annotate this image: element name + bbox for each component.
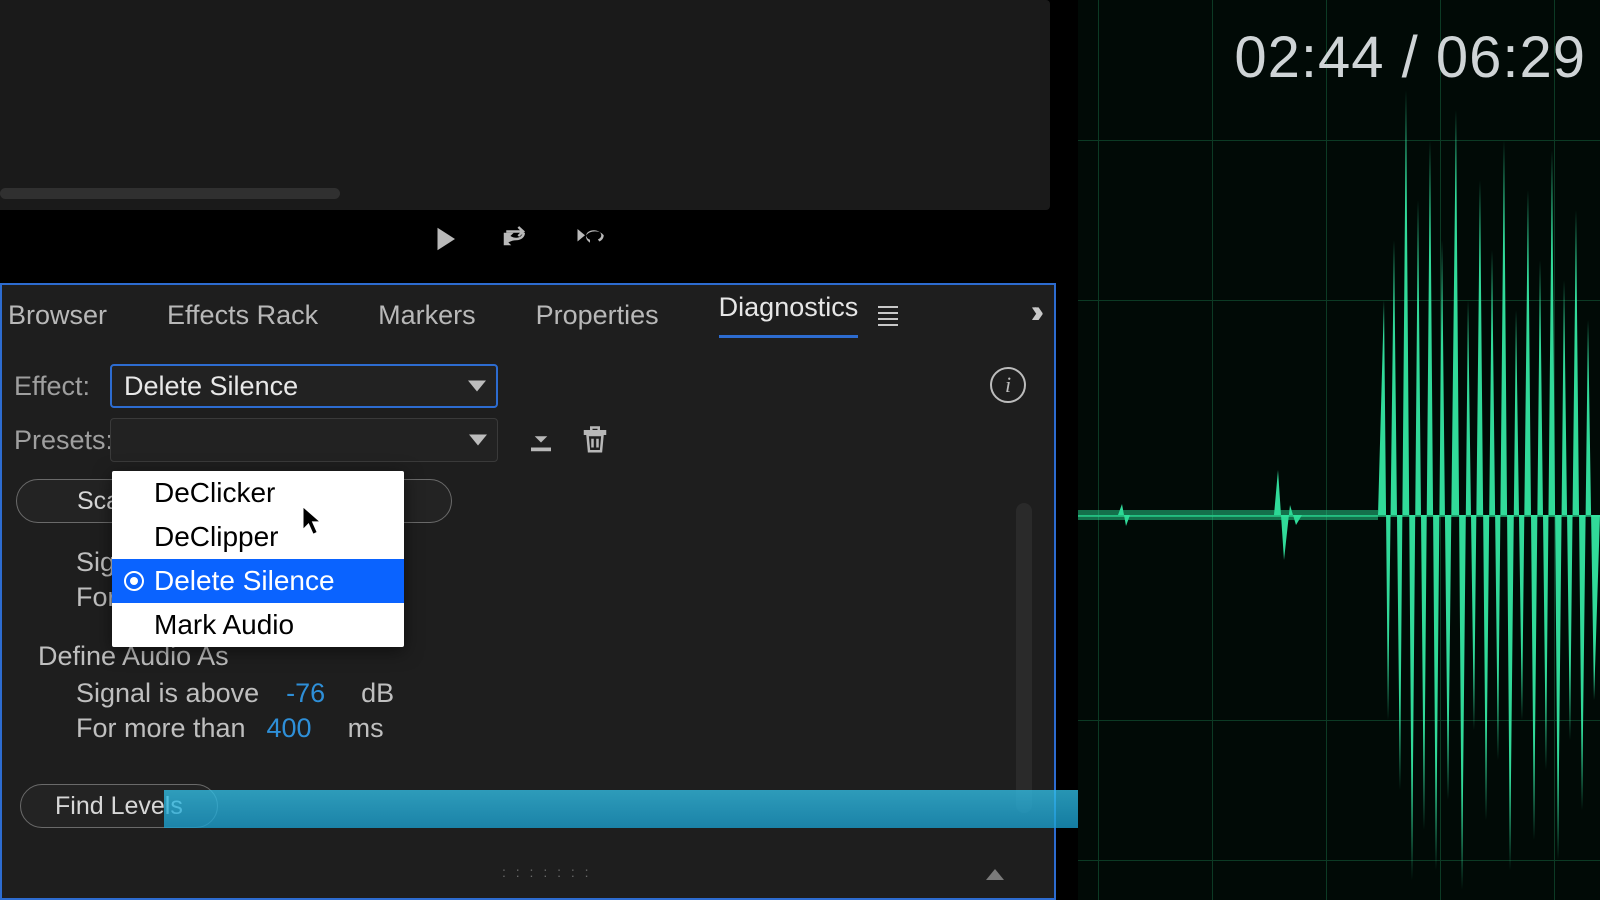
play-icon[interactable] — [430, 224, 460, 254]
save-preset-icon[interactable] — [526, 423, 556, 457]
silence-signal-label: Sig — [76, 547, 115, 578]
presets-label: Presets: — [14, 425, 110, 456]
dropdown-item-label: Delete Silence — [154, 565, 335, 596]
skip-audio-icon[interactable] — [570, 224, 610, 254]
dropdown-item-declicker[interactable]: DeClicker — [112, 471, 404, 515]
dropdown-item-declipper[interactable]: DeClipper — [112, 515, 404, 559]
chevron-down-icon — [468, 381, 486, 392]
audio-signal-unit: dB — [361, 678, 394, 709]
scroll-up-icon[interactable] — [986, 869, 1004, 880]
tab-properties[interactable]: Properties — [536, 300, 659, 331]
mouse-cursor — [300, 505, 326, 537]
preview-area — [0, 0, 1050, 210]
tab-diagnostics[interactable]: Diagnostics — [719, 292, 859, 338]
delete-preset-icon[interactable] — [580, 423, 610, 457]
overflow-chevrons-icon[interactable]: ›› — [1031, 293, 1036, 330]
tab-browser[interactable]: Browser — [8, 300, 107, 331]
time-total: 06:29 — [1436, 25, 1586, 90]
audio-signal-value[interactable]: -76 — [271, 678, 325, 709]
dropdown-item-mark-audio[interactable]: Mark Audio — [112, 603, 404, 647]
audio-for-value[interactable]: 400 — [258, 713, 312, 744]
audio-for-unit: ms — [348, 713, 384, 744]
horizontal-scrollbar[interactable] — [0, 188, 340, 199]
audio-signal-label: Signal is above — [76, 678, 259, 709]
effect-label: Effect: — [14, 371, 110, 402]
tab-markers[interactable]: Markers — [378, 300, 476, 331]
tab-effects-rack[interactable]: Effects Rack — [167, 300, 318, 331]
time-display: 02:44 / 06:29 — [1234, 24, 1586, 91]
transport-controls — [430, 224, 610, 254]
waveform-path — [1078, 0, 1600, 900]
radio-selected-icon — [124, 571, 144, 591]
dropdown-item-delete-silence[interactable]: Delete Silence — [112, 559, 404, 603]
panel-scrollbar[interactable] — [1016, 503, 1032, 813]
presets-select[interactable] — [110, 418, 498, 462]
loop-export-icon[interactable] — [500, 224, 530, 254]
effect-dropdown: DeClicker DeClipper Delete Silence Mark … — [112, 471, 404, 647]
effect-select-value: Delete Silence — [124, 371, 298, 402]
resize-grip[interactable]: : : : : : : : — [502, 864, 592, 880]
panel-menu-icon[interactable] — [878, 306, 898, 326]
effect-select[interactable]: Delete Silence — [110, 364, 498, 408]
chevron-down-icon — [469, 435, 487, 446]
waveform-display[interactable] — [1078, 0, 1600, 900]
audio-for-label: For more than — [76, 713, 246, 744]
diagnostics-form: Effect: Delete Silence Presets: DeClicke… — [14, 361, 1042, 828]
time-current: 02:44 — [1234, 25, 1384, 90]
panel-tabs: Browser Effects Rack Markers Properties … — [2, 285, 1060, 345]
